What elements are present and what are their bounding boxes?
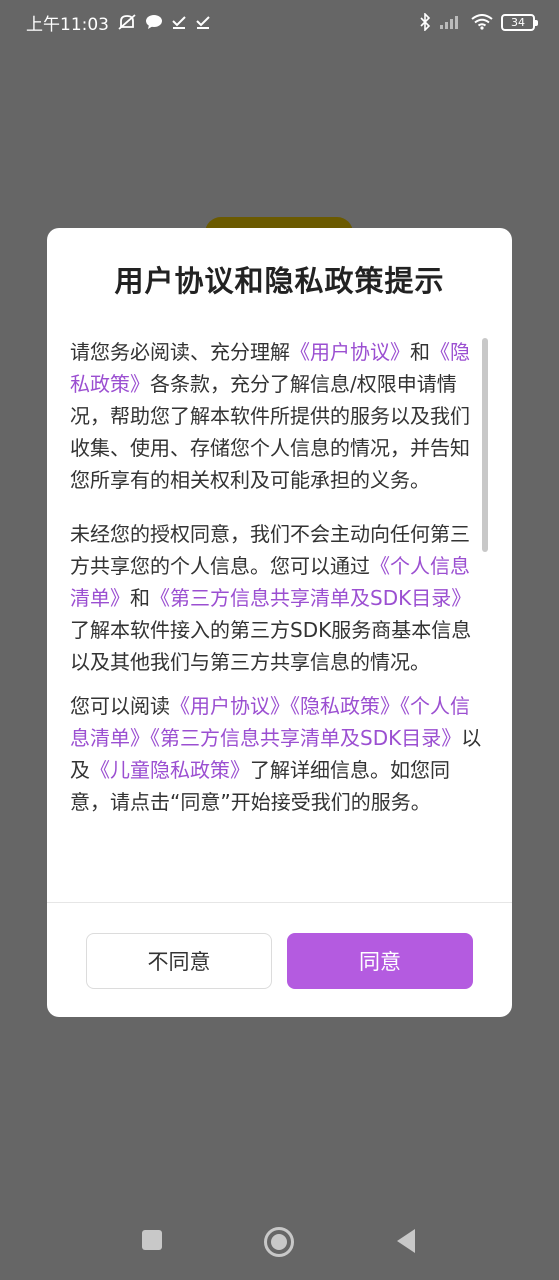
children-privacy-policy-link[interactable]: 《儿童隐私政策》 [90, 758, 250, 782]
dialog-title: 用户协议和隐私政策提示 [114, 264, 445, 298]
paragraph-1: 请您务必阅读、充分理解《用户协议》和《隐私政策》各条款，充分了解信息/权限申请情… [70, 336, 485, 496]
screen: 上午11:03 34 用户协议和隐私政策提示 请您务必阅读、充分理解《用户协议》… [0, 0, 559, 1280]
check-icon [171, 14, 187, 30]
status-time: 上午11:03 [26, 14, 109, 35]
recents-button[interactable] [140, 1228, 164, 1252]
mute-icon [117, 13, 137, 31]
dialog-content[interactable]: 请您务必阅读、充分理解《用户协议》和《隐私政策》各条款，充分了解信息/权限申请情… [70, 336, 485, 934]
status-right: 34 [419, 13, 538, 31]
third-party-sdk-list-link[interactable]: 《第三方信息共享清单及SDK目录》 [150, 586, 471, 610]
status-left: 上午11:03 [26, 10, 211, 35]
user-agreement-link[interactable]: 《用户协议》 [170, 694, 290, 718]
privacy-policy-link[interactable]: 《隐私政策》 [290, 694, 400, 718]
home-button[interactable] [263, 1226, 295, 1258]
signal-icon [439, 14, 463, 30]
user-agreement-link[interactable]: 《用户协议》 [290, 340, 410, 364]
agree-button[interactable]: 同意 [287, 933, 473, 989]
back-button[interactable] [394, 1228, 418, 1254]
text: 和 [410, 340, 430, 364]
disagree-button[interactable]: 不同意 [86, 933, 272, 989]
square-icon [142, 1230, 162, 1250]
third-party-sdk-list-link[interactable]: 《第三方信息共享清单及SDK目录》 [150, 726, 461, 750]
divider [47, 902, 512, 903]
battery-level: 34 [511, 15, 525, 29]
triangle-back-icon [397, 1229, 415, 1253]
privacy-dialog: 用户协议和隐私政策提示 请您务必阅读、充分理解《用户协议》和《隐私政策》各条款，… [47, 228, 512, 1017]
paragraph-3: 您可以阅读《用户协议》《隐私政策》《个人信息清单》《第三方信息共享清单及SDK目… [70, 690, 485, 818]
text: 了解本软件接入的第三方SDK服务商基本信息以及其他我们与第三方共享信息的情况。 [70, 618, 472, 674]
content-scrollbar[interactable] [482, 338, 488, 552]
battery-icon: 34 [501, 13, 538, 31]
paragraph-2: 未经您的授权同意，我们不会主动向任何第三方共享您的个人信息。您可以通过《个人信息… [70, 518, 485, 678]
bluetooth-icon [419, 13, 431, 31]
text: 和 [130, 586, 150, 610]
text: 您可以阅读 [70, 694, 170, 718]
text: 请您务必阅读、充分理解 [70, 340, 290, 364]
status-bar: 上午11:03 34 [0, 0, 559, 44]
chat-icon [145, 14, 163, 30]
check-icon [195, 14, 211, 30]
wifi-icon [471, 14, 493, 30]
circle-icon [264, 1227, 294, 1257]
